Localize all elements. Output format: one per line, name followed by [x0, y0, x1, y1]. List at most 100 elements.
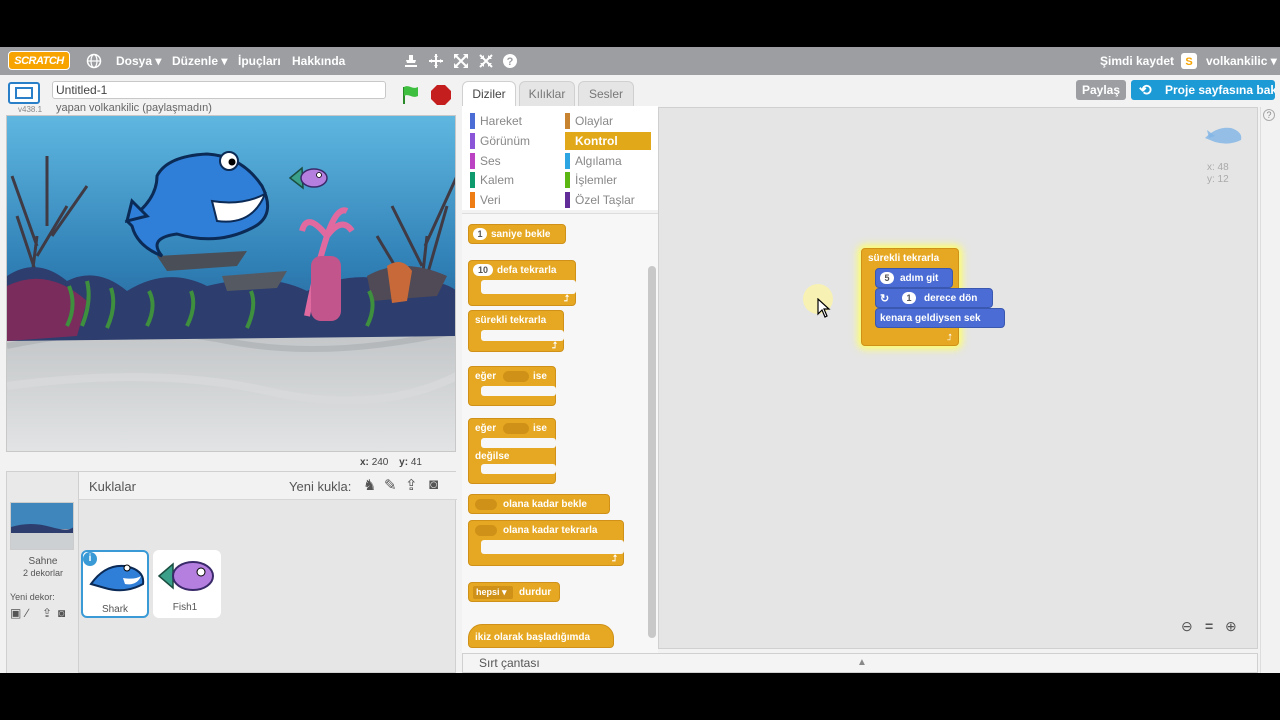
block-palette: 1 saniye bekle 10 defa tekrarla ⮥ sürekl…: [462, 213, 658, 653]
sprite-tile-shark[interactable]: i Shark: [81, 550, 149, 618]
camera-backdrop-icon[interactable]: ◙: [58, 606, 65, 620]
category-motion[interactable]: Hareket: [470, 112, 560, 130]
loop-arrow-icon: ⮥: [551, 340, 557, 350]
sprite-library-icon[interactable]: ♞: [363, 476, 376, 494]
category-operators[interactable]: İşlemler: [565, 171, 651, 189]
cut-icon[interactable]: [428, 53, 444, 69]
scratch-editor: SCRATCH Dosya ▾ Düzenle ▾ İpuçları Hakkı…: [0, 47, 1280, 673]
shrink-icon[interactable]: [478, 53, 494, 69]
bounce-on-edge-block[interactable]: kenara geldiysen sek: [875, 308, 1005, 328]
expand-up-icon[interactable]: ▲: [857, 654, 867, 672]
stop-block[interactable]: hepsi ▾ durdur: [468, 582, 560, 602]
rotate-cw-icon: ↻: [880, 293, 890, 305]
turn-degrees-block[interactable]: ↻ 1 derece dön: [875, 288, 993, 308]
repeat-until-block[interactable]: olana kadar tekrarla ⮥: [468, 520, 624, 566]
save-now-link[interactable]: Şimdi kaydet: [1100, 54, 1174, 68]
category-more-blocks[interactable]: Özel Taşlar: [565, 191, 651, 209]
sprite-y-position: y: 12: [1207, 174, 1229, 185]
loop-arrow-icon: ⮥: [946, 332, 952, 342]
repeat-block[interactable]: 10 defa tekrarla ⮥: [468, 260, 576, 306]
wait-seconds-block[interactable]: 1 saniye bekle: [468, 224, 566, 244]
new-sprite-label: Yeni kukla:: [289, 479, 352, 494]
fullscreen-icon[interactable]: [8, 82, 40, 104]
category-sensing[interactable]: Algılama: [565, 152, 651, 170]
category-events[interactable]: Olaylar: [565, 112, 651, 130]
category-data[interactable]: Veri: [470, 191, 560, 209]
edit-menu[interactable]: Düzenle ▾: [172, 54, 227, 68]
stage-header: yapan volkankilic (paylaşmadın) v438.1: [6, 78, 456, 114]
scripts-area[interactable]: sürekli tekrarla ⮥ 5 adım git ↻ 1 derece…: [658, 107, 1258, 649]
editor-tabs: Diziler Kılıklar Sesler: [462, 78, 652, 107]
zoom-out-icon[interactable]: ⊖: [1181, 618, 1193, 635]
paint-backdrop-icon[interactable]: ∕: [26, 606, 28, 620]
version-label: v438.1: [18, 105, 43, 114]
mouse-coordinates: x: 240 y: 41: [360, 457, 422, 468]
duplicate-stamp-icon[interactable]: [403, 53, 419, 69]
wait-until-block[interactable]: olana kadar bekle: [468, 494, 610, 514]
stage-label: Sahne: [28, 556, 58, 567]
block-categories: Hareket Görünüm Ses Kalem Veri Olaylar K…: [462, 106, 658, 210]
stop-icon[interactable]: [430, 84, 452, 111]
move-steps-block[interactable]: 5 adım git: [875, 268, 953, 288]
globe-icon[interactable]: [86, 53, 102, 69]
about-menu[interactable]: Hakkında: [292, 54, 345, 68]
sprites-title: Kuklalar: [89, 479, 136, 494]
svg-text:?: ?: [507, 56, 514, 68]
loop-arrow-icon: ⮥: [611, 553, 617, 563]
current-sprite-thumbnail: [1203, 122, 1245, 155]
green-flag-icon[interactable]: [400, 84, 422, 111]
sprite-x-position: x: 48: [1207, 162, 1229, 173]
category-control[interactable]: Kontrol: [565, 132, 651, 150]
tab-scripts[interactable]: Diziler: [462, 81, 516, 107]
new-backdrop-tools: ▣ ∕ ⇪ ◙: [10, 606, 76, 620]
zoom-reset-icon[interactable]: =: [1205, 618, 1213, 634]
my-stuff-icon[interactable]: S: [1181, 53, 1197, 69]
refresh-icon: ⟲: [1139, 82, 1152, 99]
sprite-header: Kuklalar Yeni kukla: ♞ ✎ ⇪ ◙: [79, 472, 457, 500]
backpack-bar[interactable]: Sırt çantası ▲: [462, 653, 1258, 673]
share-button[interactable]: Paylaş: [1076, 80, 1126, 100]
category-sound[interactable]: Ses: [470, 152, 560, 170]
palette-scrollbar[interactable]: [648, 266, 656, 638]
stage-thumbnail-panel: Sahne 2 dekorlar Yeni dekor: ▣ ∕ ⇪ ◙: [7, 472, 79, 673]
camera-sprite-icon[interactable]: ◙: [429, 476, 438, 493]
zoom-in-icon[interactable]: ⊕: [1225, 618, 1237, 635]
category-pen[interactable]: Kalem: [470, 171, 560, 189]
scripts-scrollbar[interactable]: ?: [1260, 107, 1276, 673]
underwater-backdrop: [7, 116, 455, 451]
upload-backdrop-icon[interactable]: ⇪: [42, 606, 52, 620]
tips-menu[interactable]: İpuçları: [238, 54, 281, 68]
help-icon[interactable]: ?: [1263, 109, 1275, 121]
mouse-pointer-icon: [817, 297, 831, 323]
upload-sprite-icon[interactable]: ⇪: [405, 476, 418, 494]
when-start-as-clone-block[interactable]: ikiz olarak başladığımda: [468, 624, 614, 648]
backpack-label: Sırt çantası: [479, 656, 540, 670]
loop-arrow-icon: ⮥: [563, 293, 569, 303]
sprite-name: Fish1: [172, 602, 198, 613]
new-backdrop-label: Yeni dekor:: [10, 592, 55, 602]
sprite-pane: Sahne 2 dekorlar Yeni dekor: ▣ ∕ ⇪ ◙ Kuk…: [6, 471, 457, 673]
paint-sprite-icon[interactable]: ✎: [384, 476, 397, 494]
see-project-page-button[interactable]: ⟲ Proje sayfasına bak: [1131, 80, 1275, 100]
forever-block[interactable]: sürekli tekrarla ⮥: [468, 310, 564, 352]
file-menu[interactable]: Dosya ▾: [116, 54, 161, 68]
user-menu[interactable]: volkankilic ▾: [1206, 54, 1277, 68]
svg-text:S: S: [1185, 56, 1192, 68]
category-looks[interactable]: Görünüm: [470, 132, 560, 150]
scratch-logo[interactable]: SCRATCH: [8, 51, 70, 70]
stage[interactable]: [6, 115, 456, 452]
if-block[interactable]: eğer ise: [468, 366, 556, 406]
help-icon[interactable]: ?: [502, 53, 518, 69]
if-else-block[interactable]: eğer ise değilse: [468, 418, 556, 484]
backdrop-library-icon[interactable]: ▣: [10, 606, 21, 620]
grow-icon[interactable]: [453, 53, 469, 69]
tab-costumes[interactable]: Kılıklar: [519, 81, 575, 107]
project-title-input[interactable]: [52, 81, 386, 99]
stage-backdrop-count: 2 dekorlar: [22, 568, 64, 578]
sprite-name: Shark: [101, 604, 129, 615]
menu-bar: SCRATCH Dosya ▾ Düzenle ▾ İpuçları Hakkı…: [0, 47, 1280, 75]
tab-sounds[interactable]: Sesler: [578, 81, 634, 107]
stage-thumbnail[interactable]: [10, 502, 74, 550]
sprite-tile-fish1[interactable]: Fish1: [153, 550, 221, 618]
stop-dropdown[interactable]: hepsi ▾: [473, 586, 513, 599]
